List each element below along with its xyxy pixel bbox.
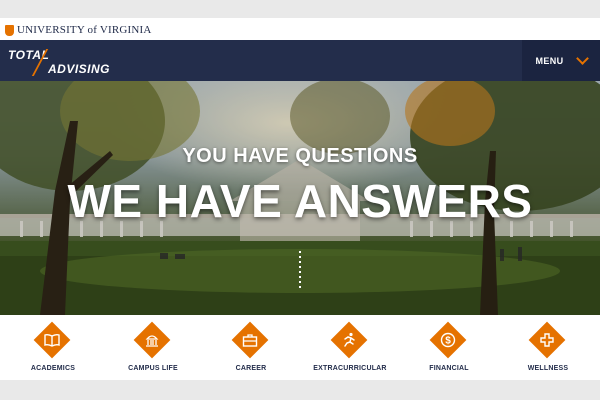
book-icon: [41, 329, 63, 351]
rotunda-icon: [141, 329, 163, 351]
page: UNIVERSITY of VIRGINIA TOTAL ADVISING ME…: [0, 18, 600, 380]
hero-subtitle: YOU HAVE QUESTIONS: [182, 145, 418, 167]
runner-icon: [338, 329, 360, 351]
category-label: ACADEMICS: [30, 365, 76, 372]
category-label: CAMPUS LIFE: [128, 365, 178, 372]
scroll-indicator[interactable]: [298, 251, 302, 291]
total-advising-logo[interactable]: TOTAL ADVISING: [8, 48, 118, 76]
category-label: CAREER: [235, 365, 267, 372]
university-bar: UNIVERSITY of VIRGINIA: [0, 18, 600, 41]
shield-icon: [5, 24, 14, 36]
browser-frame: UNIVERSITY of VIRGINIA TOTAL ADVISING ME…: [0, 0, 600, 400]
category-label: WELLNESS: [527, 365, 569, 372]
category-label: FINANCIAL: [429, 365, 469, 372]
category-wellness[interactable]: WELLNESS: [498, 315, 598, 380]
category-academics[interactable]: ACADEMICS: [3, 315, 103, 380]
plus-icon: [536, 329, 558, 351]
category-extracurricular[interactable]: EXTRACURRICULAR: [300, 315, 400, 380]
category-label: EXTRACURRICULAR: [313, 365, 387, 372]
category-campus-life[interactable]: CAMPUS LIFE: [103, 315, 203, 380]
university-logo[interactable]: UNIVERSITY of VIRGINIA: [5, 23, 152, 37]
category-nav: ACADEMICS CAMPUS LIFE CAREER EXTRACURRIC…: [0, 315, 600, 380]
dollar-coin-icon: $: [437, 329, 459, 351]
chevron-down-icon: [575, 51, 589, 65]
briefcase-icon: [239, 329, 261, 351]
menu-label: MENU: [535, 55, 564, 66]
hero-banner: YOU HAVE QUESTIONS WE HAVE ANSWERS: [0, 81, 600, 315]
category-financial[interactable]: $ FINANCIAL: [399, 315, 499, 380]
svg-text:$: $: [445, 336, 451, 347]
university-name: UNIVERSITY of VIRGINIA: [17, 24, 152, 36]
hero-title: WE HAVE ANSWERS: [67, 175, 533, 227]
menu-button[interactable]: MENU: [522, 40, 600, 81]
category-career[interactable]: CAREER: [201, 315, 301, 380]
brand-line-2: ADVISING: [48, 62, 111, 76]
site-header: TOTAL ADVISING MENU: [0, 40, 600, 81]
